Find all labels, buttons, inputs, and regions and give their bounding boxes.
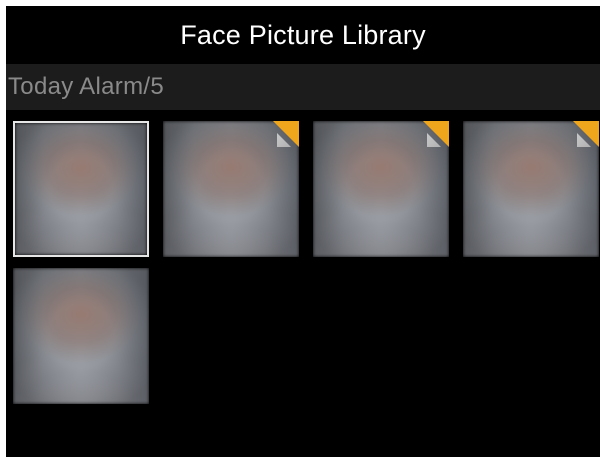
title-bar: Face Picture Library (6, 6, 600, 64)
face-thumbnail-2[interactable] (163, 121, 299, 257)
face-thumbnail-5[interactable] (13, 268, 149, 404)
face-image (15, 123, 147, 255)
page-title: Face Picture Library (180, 19, 426, 50)
face-thumbnail-1[interactable] (13, 121, 149, 257)
face-thumbnail-4[interactable] (463, 121, 599, 257)
section-label: Today Alarm/5 (8, 73, 164, 100)
face-thumbnail-3[interactable] (313, 121, 449, 257)
face-image (13, 268, 149, 404)
face-library-screen: Face Picture Library Today Alarm/5 (6, 6, 600, 457)
alarm-section-header: Today Alarm/5 (6, 64, 600, 110)
